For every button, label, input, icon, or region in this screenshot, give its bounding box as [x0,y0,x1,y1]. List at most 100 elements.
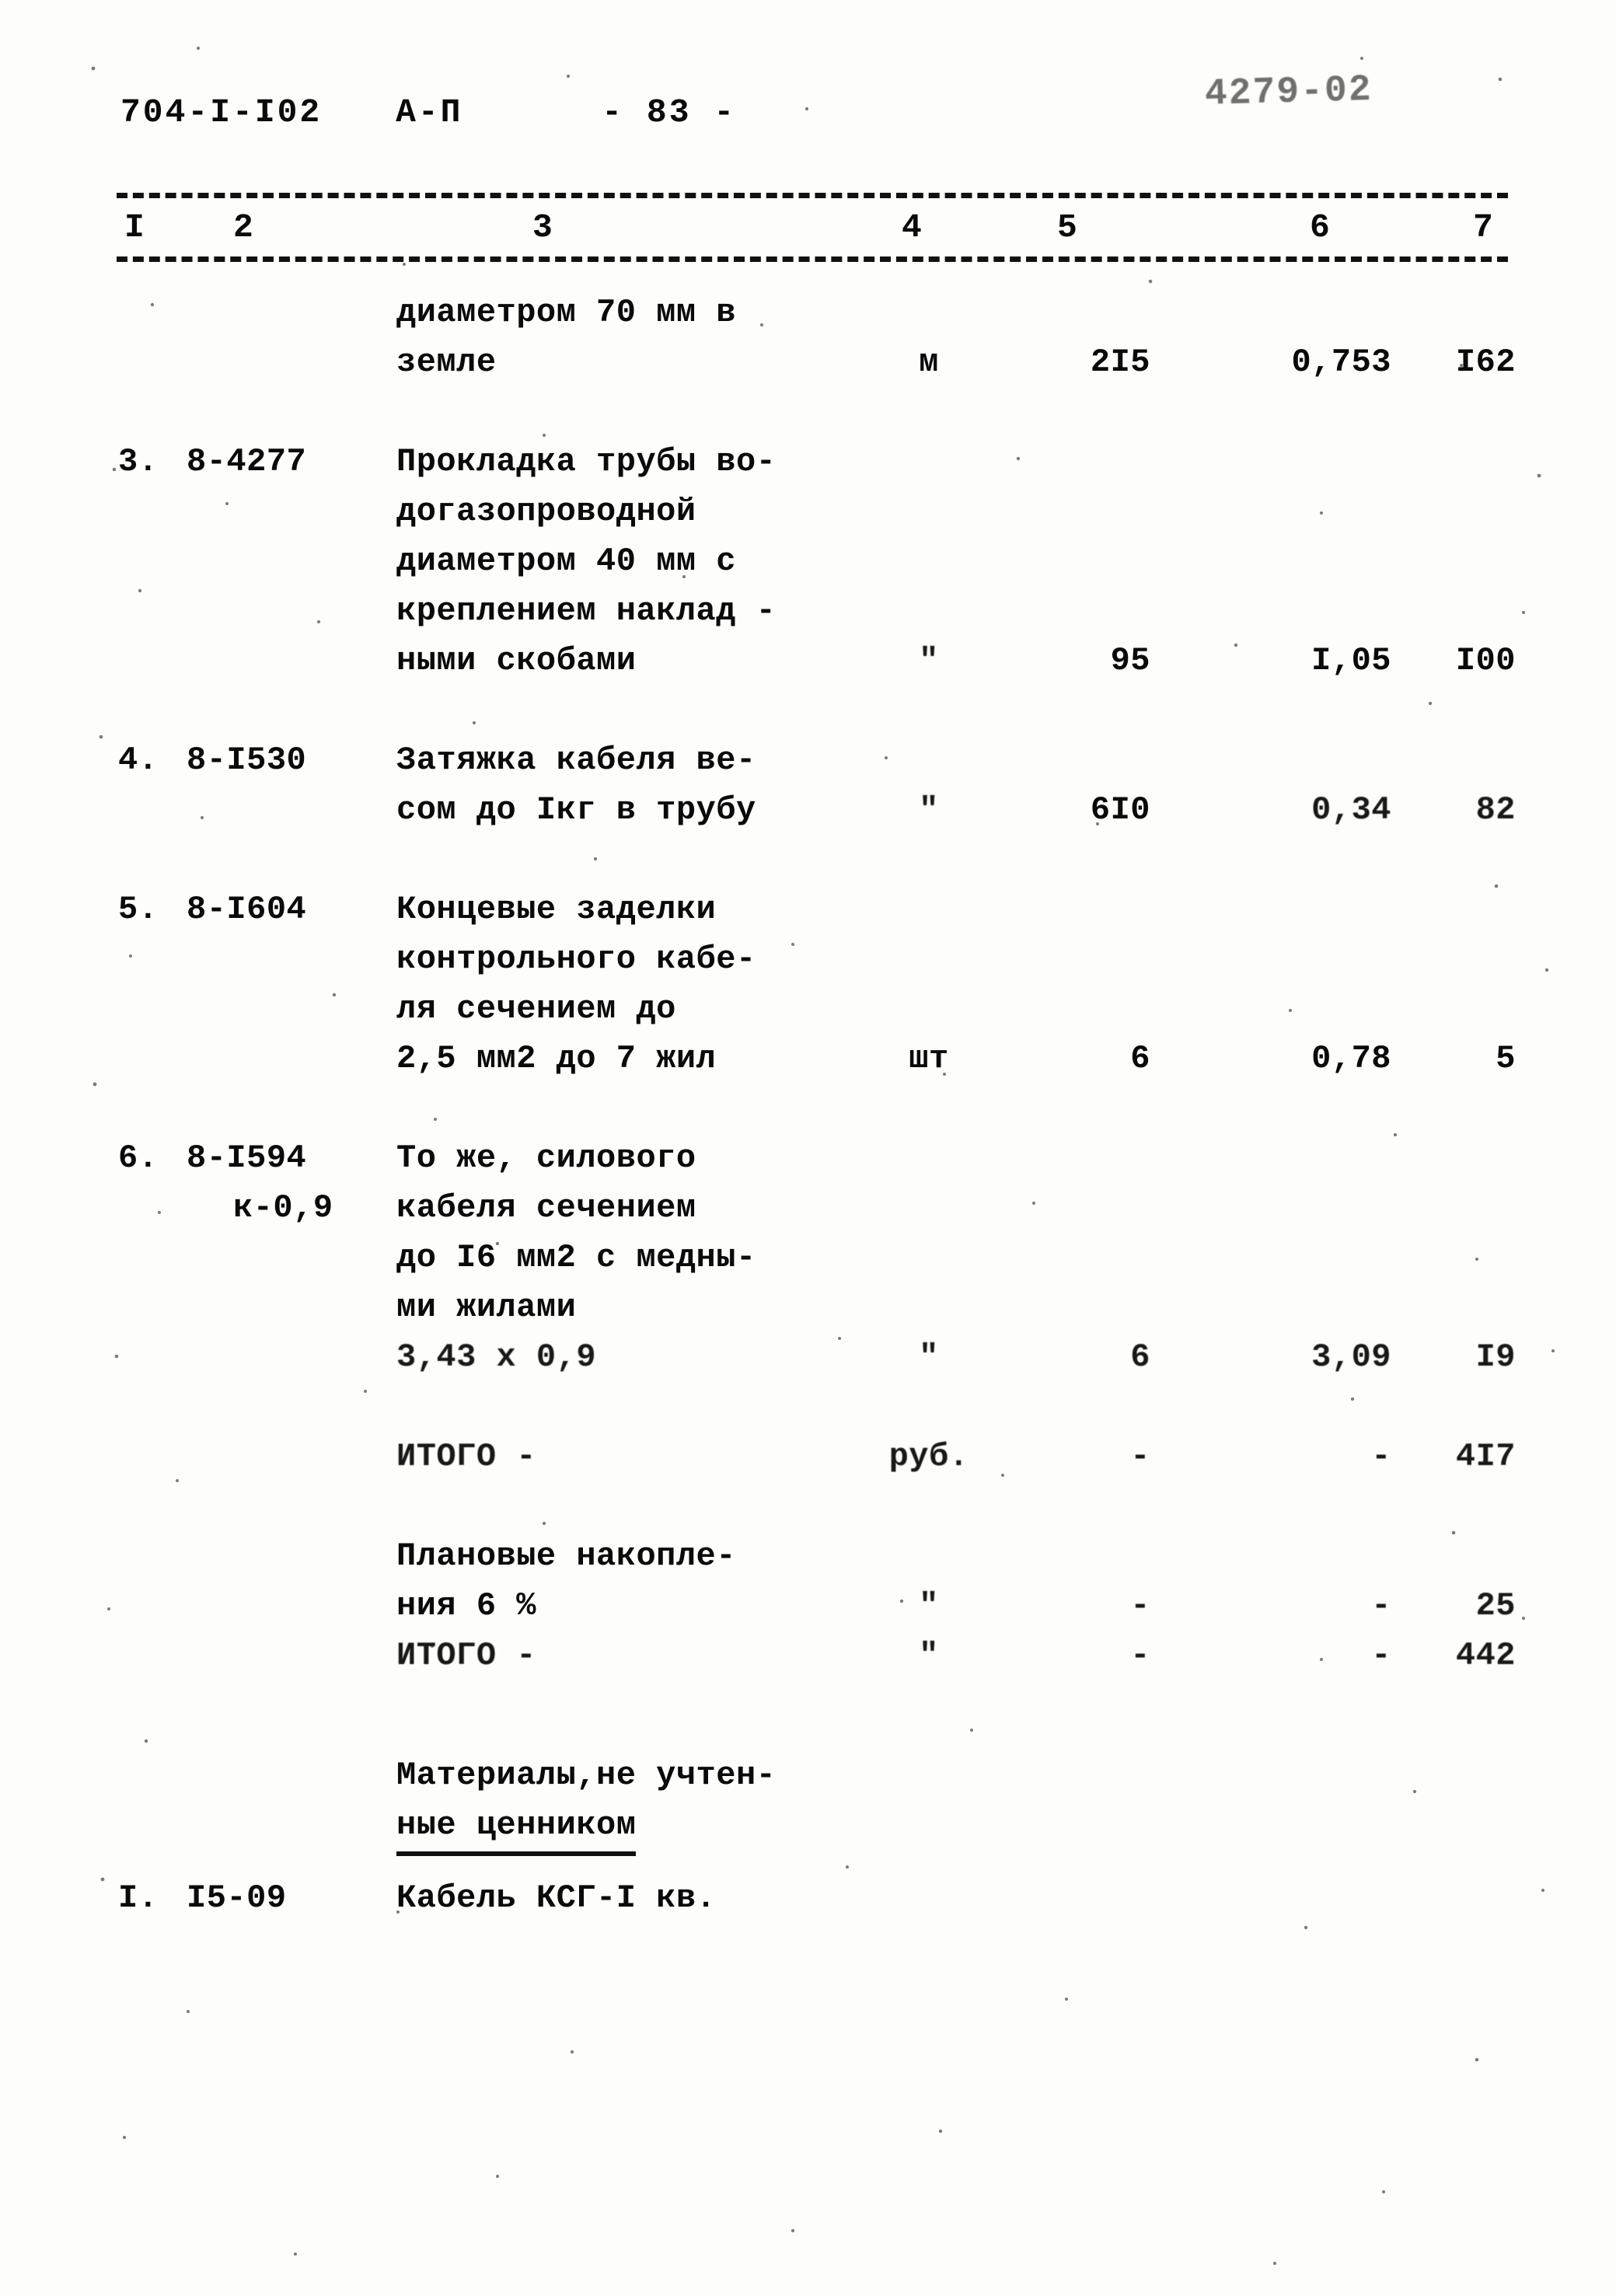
row-description-line: контрольного кабе- [396,940,756,978]
total-label: ИТОГО - [396,1637,536,1674]
row-description-line: сом до Iкг в трубу [396,791,756,829]
row-spacer [0,1083,1616,1133]
table-row: 3. 8-4277 Прокладка трубы во- [0,437,1616,487]
estimate-table: диаметром 70 мм в земле м 2I5 0,753 I62 … [0,288,1616,1923]
row-number: I. [118,1879,159,1917]
row-number: 3. [118,443,159,480]
total-unit: " [919,1637,939,1674]
row-code: I5-09 [187,1879,287,1917]
row-total: 82 [1475,791,1516,829]
row-unit: шт [909,1040,949,1077]
row-qty: 6 [1130,1338,1150,1376]
row-spacer [0,1850,1616,1873]
total-price: - [1371,1637,1391,1674]
row-description-line: Кабель КСГ-I кв. [396,1879,717,1917]
row-unit: " [919,791,939,829]
row-description-line: ми жилами [396,1289,577,1326]
total-label: ИТОГО - [396,1438,536,1475]
row-description-line: креплением наклад - [396,592,777,630]
section-heading-line: ные ценником [396,1800,637,1856]
row-unit: " [919,1338,939,1376]
row-number: 5. [118,891,159,928]
row-unit: " [919,642,939,679]
document-code: 704-I-I02 [120,93,323,131]
total-price: - [1371,1587,1391,1624]
row-price: 3,09 [1311,1338,1391,1376]
row-description-line: 2,5 мм2 до 7 жил [396,1040,717,1077]
section-heading: Материалы,не учтен- [0,1750,1616,1800]
row-number: 4. [118,741,159,779]
column-number-6: 6 [1302,204,1338,252]
row-total: I9 [1475,1338,1516,1376]
table-row: I. I5-09 Кабель КСГ-I кв. [0,1873,1616,1923]
total-row: Плановые накопле- [0,1531,1616,1581]
row-code: 8-4277 [187,443,307,480]
row-description-line: диаметром 70 мм в [396,294,736,331]
table-row: контрольного кабе- [0,934,1616,984]
total-value: 442 [1455,1637,1516,1674]
row-description-line: Прокладка трубы во- [396,443,777,480]
table-row: земле м 2I5 0,753 I62 [0,337,1616,387]
archive-stamp: 4279-02 [1204,69,1373,116]
column-number-3: 3 [525,204,560,252]
row-code-secondary: к-0,9 [233,1189,333,1227]
table-row: 5. 8-I604 Концевые заделки [0,885,1616,934]
row-price: I,05 [1311,642,1391,679]
row-price: 0,34 [1311,791,1391,829]
total-row: ИТОГО - руб. - - 4I7 [0,1432,1616,1481]
total-row: ния 6 % " - - 25 [0,1581,1616,1631]
total-qty: - [1130,1637,1150,1674]
table-row: 4. 8-I530 Затяжка кабеля ве- [0,735,1616,785]
column-number-5: 5 [1049,204,1085,252]
table-rule-bottom [117,256,1508,262]
page-header: 704-I-I02 A-П - 83 - 4279-02 [120,69,1520,131]
row-description-line: То же, силового [396,1139,696,1177]
row-spacer [0,835,1616,885]
table-row: 6. 8-I594 То же, силового [0,1133,1616,1183]
section-heading: ные ценником [0,1800,1616,1856]
row-description-line: Затяжка кабеля ве- [396,741,756,779]
row-spacer [0,1730,1616,1750]
scanned-page: 704-I-I02 A-П - 83 - 4279-02 I 2 3 4 5 6… [0,0,1616,2296]
row-description-line: ля сечением до [396,990,676,1028]
total-label-line: ния 6 % [396,1587,536,1624]
total-price: - [1371,1438,1391,1475]
table-row: ми жилами [0,1282,1616,1332]
row-description-line: кабеля сечением [396,1189,696,1227]
row-spacer [0,1382,1616,1432]
row-qty: 6 [1130,1040,1150,1077]
total-value: 25 [1475,1587,1516,1624]
page-number: - 83 - [602,93,737,131]
row-total: I00 [1455,642,1516,679]
table-row: к-0,9 кабеля сечением [0,1183,1616,1233]
total-qty: - [1130,1438,1150,1475]
row-total: 5 [1496,1040,1516,1077]
table-row: до I6 мм2 с медны- [0,1233,1616,1282]
column-number-row: I 2 3 4 5 6 7 [117,204,1508,252]
row-spacer [0,387,1616,437]
row-spacer [0,1481,1616,1531]
row-description-line: ными скобами [396,642,637,679]
table-row: ными скобами " 95 I,05 I00 [0,636,1616,686]
column-number-1: I [117,204,152,252]
row-qty: 6I0 [1090,791,1150,829]
total-row: ИТОГО - " - - 442 [0,1631,1616,1680]
column-number-7: 7 [1465,204,1501,252]
row-description-line: Концевые заделки [396,891,717,928]
row-unit: м [919,344,939,381]
row-description-line: земле [396,344,497,381]
row-description-line: до I6 мм2 с медны- [396,1239,756,1276]
row-spacer [0,1680,1616,1730]
row-price: 0,753 [1291,344,1391,381]
total-unit: руб. [888,1438,969,1475]
total-unit: " [919,1587,939,1624]
column-number-4: 4 [894,204,930,252]
row-code: 8-I594 [187,1139,307,1177]
table-row: догазопроводной [0,487,1616,536]
column-number-2: 2 [225,204,261,252]
table-row: 3,43 x 0,9 " 6 3,09 I9 [0,1332,1616,1382]
row-number: 6. [118,1139,159,1177]
table-row: креплением наклад - [0,586,1616,636]
table-row: 2,5 мм2 до 7 жил шт 6 0,78 5 [0,1034,1616,1083]
row-qty: 2I5 [1090,344,1150,381]
